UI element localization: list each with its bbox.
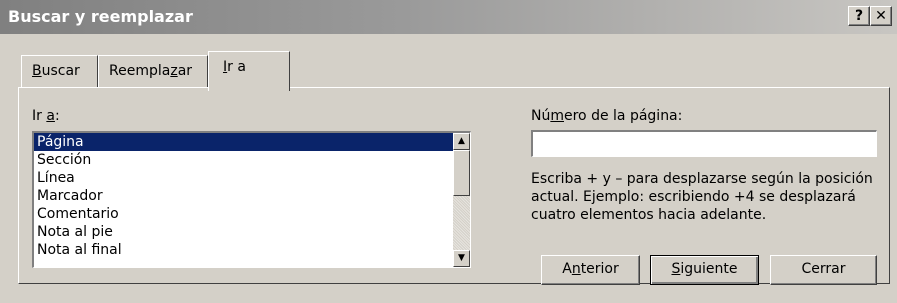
list-item[interactable]: Línea (34, 169, 470, 187)
list-item[interactable]: Marcador (34, 187, 470, 205)
list-item[interactable]: Página (34, 133, 470, 151)
help-text: Escriba + y – para desplazarse según la … (531, 171, 873, 223)
close-button[interactable]: Cerrar (770, 255, 877, 285)
tab-reemplazar-label-b: ar (177, 63, 193, 79)
goto-list-items: Página Sección Línea Marcador Comentario Nota… (34, 133, 470, 259)
tab-buscar-mnemonic: B (32, 63, 42, 79)
tab-reemplazar-mnemonic: z (170, 63, 178, 79)
scroll-down-button[interactable]: ▼ (453, 250, 470, 267)
tab-reemplazar-label-a: Reempla (109, 63, 171, 79)
tab-ir-a[interactable]: Ir a (208, 51, 290, 91)
tab-reemplazar[interactable]: Reemplazar (98, 55, 208, 88)
listbox-scrollbar[interactable]: ▲ ▼ (453, 133, 470, 267)
goto-label: Ir a: (32, 108, 60, 124)
scroll-thumb[interactable] (453, 150, 470, 196)
goto-listbox[interactable]: Página Sección Línea Marcador Comentario Nota… (32, 131, 471, 268)
title-bar: Buscar y reemplazar ? ✕ (0, 0, 897, 34)
list-item[interactable]: Nota al final (34, 241, 470, 259)
list-item[interactable]: Sección (34, 151, 470, 169)
window-title: Buscar y reemplazar (8, 7, 193, 26)
close-window-button[interactable]: ✕ (870, 6, 892, 26)
page-number-input[interactable] (531, 130, 877, 157)
list-item[interactable]: Nota al pie (34, 223, 470, 241)
next-button[interactable]: Siguiente (650, 255, 759, 285)
tab-buscar[interactable]: Buscar (21, 55, 98, 88)
previous-button[interactable]: Anterior (541, 255, 640, 285)
help-button[interactable]: ? (848, 6, 870, 26)
list-item[interactable]: Comentario (34, 205, 470, 223)
tab-buscar-label: uscar (41, 63, 80, 79)
tab-ir-a-label: Ir a (223, 59, 246, 75)
page-number-label: Número de la página: (531, 108, 683, 124)
scroll-up-button[interactable]: ▲ (453, 133, 470, 150)
